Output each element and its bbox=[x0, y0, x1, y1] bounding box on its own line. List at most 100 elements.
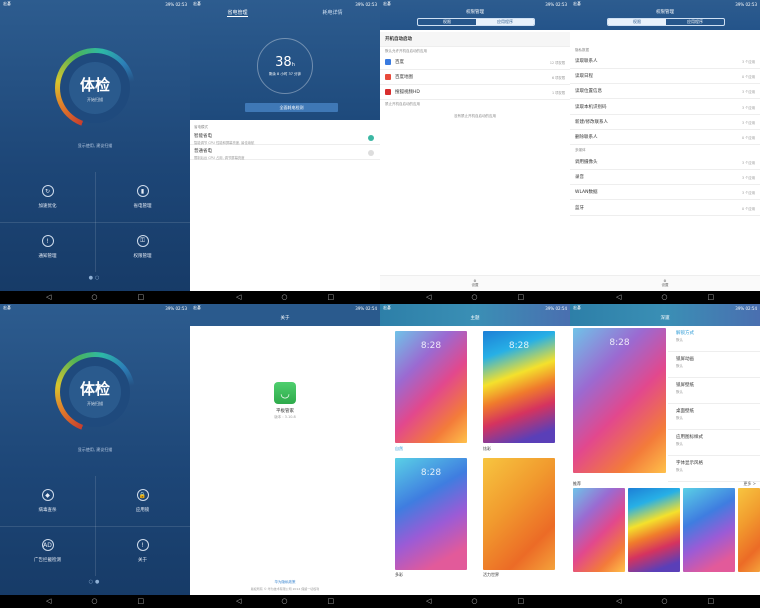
recents-icon[interactable]: □ bbox=[327, 294, 334, 301]
home-icon[interactable]: ○ bbox=[281, 598, 287, 605]
back-icon[interactable]: ◁ bbox=[46, 294, 51, 301]
carrier: 宏碁 bbox=[193, 305, 201, 310]
recents-icon[interactable]: □ bbox=[517, 294, 524, 301]
tab-apps[interactable]: 应用程序 bbox=[476, 19, 534, 25]
theme-thumb[interactable]: 8:28 bbox=[395, 458, 467, 570]
menu-item[interactable]: 桌面壁纸 默认 bbox=[668, 404, 760, 430]
info-icon: ! bbox=[136, 539, 149, 551]
checkup-button[interactable]: 体检 开始扫描 bbox=[69, 62, 121, 114]
menu-item[interactable]: 锁屏壁纸 默认 bbox=[668, 378, 760, 404]
clock-text: 02:53 bbox=[555, 1, 567, 7]
hint-text: 显示使用, 建议扫描 bbox=[77, 447, 113, 452]
feature-adblock[interactable]: AD 广告拦截检测 bbox=[0, 526, 95, 576]
status-bar: 宏碁 39% 02:53 bbox=[570, 0, 760, 8]
back-icon[interactable]: ◁ bbox=[236, 294, 241, 301]
feature-label: 加速优化 bbox=[38, 204, 57, 209]
perm-row[interactable]: 读取本机识别码 3 个应用 bbox=[570, 100, 760, 115]
perm-row[interactable]: 录音 3 个应用 bbox=[570, 170, 760, 185]
modes-header: 省电模式 bbox=[194, 125, 208, 129]
perm-row[interactable]: 蓝牙 0 个应用 bbox=[570, 201, 760, 216]
back-icon[interactable]: ◁ bbox=[46, 598, 51, 605]
home-icon[interactable]: ○ bbox=[661, 294, 667, 301]
theme-thumb[interactable]: 8:28 bbox=[395, 331, 467, 443]
back-icon[interactable]: ◁ bbox=[616, 598, 621, 605]
app-row[interactable]: 百度地图 6 项权限 bbox=[380, 70, 570, 85]
privacy-link[interactable]: 华为隐私政策 bbox=[190, 580, 380, 585]
mode-row-normal[interactable]: 普通省电 限制后台 CPU 占用, 调节屏幕亮度 bbox=[190, 146, 380, 160]
menu-item[interactable]: 解锁方式 默认 bbox=[668, 326, 760, 352]
menu-item[interactable]: 字体显示风格 默认 bbox=[668, 456, 760, 482]
perm-row[interactable]: 删除联系人 0 个应用 bbox=[570, 130, 760, 145]
app-row[interactable]: 搜狐视频HD 1 项权限 bbox=[380, 85, 570, 100]
checkup-button[interactable]: 体检 开始扫描 bbox=[69, 366, 121, 418]
feature-notify[interactable]: ! 通知管理 bbox=[0, 222, 95, 272]
feature-permission[interactable]: ⚿ 权限管理 bbox=[95, 222, 190, 272]
perm-name: 读取本机识别码 bbox=[575, 105, 607, 110]
feature-about[interactable]: ! 关于 bbox=[95, 526, 190, 576]
tab-power-detail[interactable]: 耗电详情 bbox=[322, 9, 342, 17]
tab-permissions[interactable]: 权限 bbox=[608, 19, 666, 25]
theme-thumb[interactable]: 8:28 bbox=[483, 331, 555, 443]
menu-item[interactable]: 锁屏动画 默认 bbox=[668, 352, 760, 378]
settings-tab[interactable]: ⚙ 设置 bbox=[380, 275, 570, 291]
feature-virus[interactable]: ◆ 病毒查杀 bbox=[0, 476, 95, 526]
feature-speedup[interactable]: ↻ 加速优化 bbox=[0, 172, 95, 222]
tab-power-manage[interactable]: 省电管理 bbox=[227, 9, 248, 17]
rec-thumb[interactable] bbox=[628, 488, 680, 572]
rec-thumb[interactable] bbox=[573, 488, 625, 572]
back-icon[interactable]: ◁ bbox=[616, 294, 621, 301]
radio-unselected-icon[interactable] bbox=[368, 150, 374, 156]
status-right: 39% 02:54 bbox=[735, 306, 757, 311]
rec-thumb[interactable] bbox=[738, 488, 760, 572]
perm-row[interactable]: 读取日程 0 个应用 bbox=[570, 69, 760, 84]
recents-icon[interactable]: □ bbox=[707, 294, 714, 301]
full-check-button[interactable]: 全面耗电检测 bbox=[245, 103, 338, 112]
nav-bar: ◁ ○ □ bbox=[570, 291, 760, 304]
mode-name: 普通省电 bbox=[194, 149, 212, 154]
home-icon[interactable]: ○ bbox=[471, 598, 477, 605]
feature-applock[interactable]: 🔒 应用锁 bbox=[95, 476, 190, 526]
perm-row[interactable]: 读取位置信息 3 个应用 bbox=[570, 84, 760, 99]
back-icon[interactable]: ◁ bbox=[426, 294, 431, 301]
feature-power[interactable]: ▮ 省电管理 bbox=[95, 172, 190, 222]
home-icon[interactable]: ○ bbox=[281, 294, 287, 301]
mode-detail: 智能调节 CPU 性能和屏幕亮度, 最佳续航 bbox=[194, 141, 255, 145]
more-link[interactable]: 更多 > bbox=[743, 481, 756, 487]
back-icon[interactable]: ◁ bbox=[426, 598, 431, 605]
perm-name: 录音 bbox=[575, 175, 584, 180]
app-row[interactable]: 百度 12 项权限 bbox=[380, 55, 570, 70]
rec-thumb[interactable] bbox=[683, 488, 735, 572]
clock-text: 02:54 bbox=[365, 305, 377, 311]
mode-name: 智能省电 bbox=[194, 134, 212, 139]
perm-row[interactable]: 调用摄像头 3 个应用 bbox=[570, 155, 760, 170]
recents-icon[interactable]: □ bbox=[137, 294, 144, 301]
home-icon[interactable]: ○ bbox=[661, 598, 667, 605]
recents-icon[interactable]: □ bbox=[707, 598, 714, 605]
perm-row[interactable]: WLAN数据 3 个应用 bbox=[570, 185, 760, 200]
nav-bar: ◁ ○ □ bbox=[570, 595, 760, 608]
tab-apps[interactable]: 应用程序 bbox=[666, 19, 724, 25]
perm-row[interactable]: 读取联系人 3 个应用 bbox=[570, 54, 760, 69]
clock-text: 02:54 bbox=[555, 305, 567, 311]
checkup-subtitle: 开始扫描 bbox=[87, 400, 103, 406]
battery-text: 39% bbox=[735, 305, 745, 311]
radio-selected-icon[interactable] bbox=[368, 135, 374, 141]
recents-icon[interactable]: □ bbox=[137, 598, 144, 605]
back-icon[interactable]: ◁ bbox=[236, 598, 241, 605]
status-right: 39% 02:53 bbox=[355, 2, 377, 7]
menu-item[interactable]: 应用图标样式 默认 bbox=[668, 430, 760, 456]
home-icon[interactable]: ○ bbox=[471, 294, 477, 301]
perm-row[interactable]: 新建/修改联系人 3 个应用 bbox=[570, 115, 760, 130]
theme-preview[interactable]: 8:28 bbox=[573, 328, 666, 473]
theme-thumb[interactable] bbox=[483, 458, 555, 570]
home-icon[interactable]: ○ bbox=[91, 598, 97, 605]
remaining-text: 剩余 8 小时 37 分钟 bbox=[268, 72, 302, 76]
recents-icon[interactable]: □ bbox=[327, 598, 334, 605]
home-icon[interactable]: ○ bbox=[91, 294, 97, 301]
carrier: 宏碁 bbox=[193, 1, 201, 6]
recents-icon[interactable]: □ bbox=[517, 598, 524, 605]
mode-row-smart[interactable]: 智能省电智能调节 CPU 性能和屏幕亮度, 最佳续航 bbox=[190, 131, 380, 145]
menu-value: 默认 bbox=[676, 390, 683, 394]
settings-tab[interactable]: ⚙ 设置 bbox=[570, 275, 760, 291]
tab-permissions[interactable]: 权限 bbox=[418, 19, 476, 25]
